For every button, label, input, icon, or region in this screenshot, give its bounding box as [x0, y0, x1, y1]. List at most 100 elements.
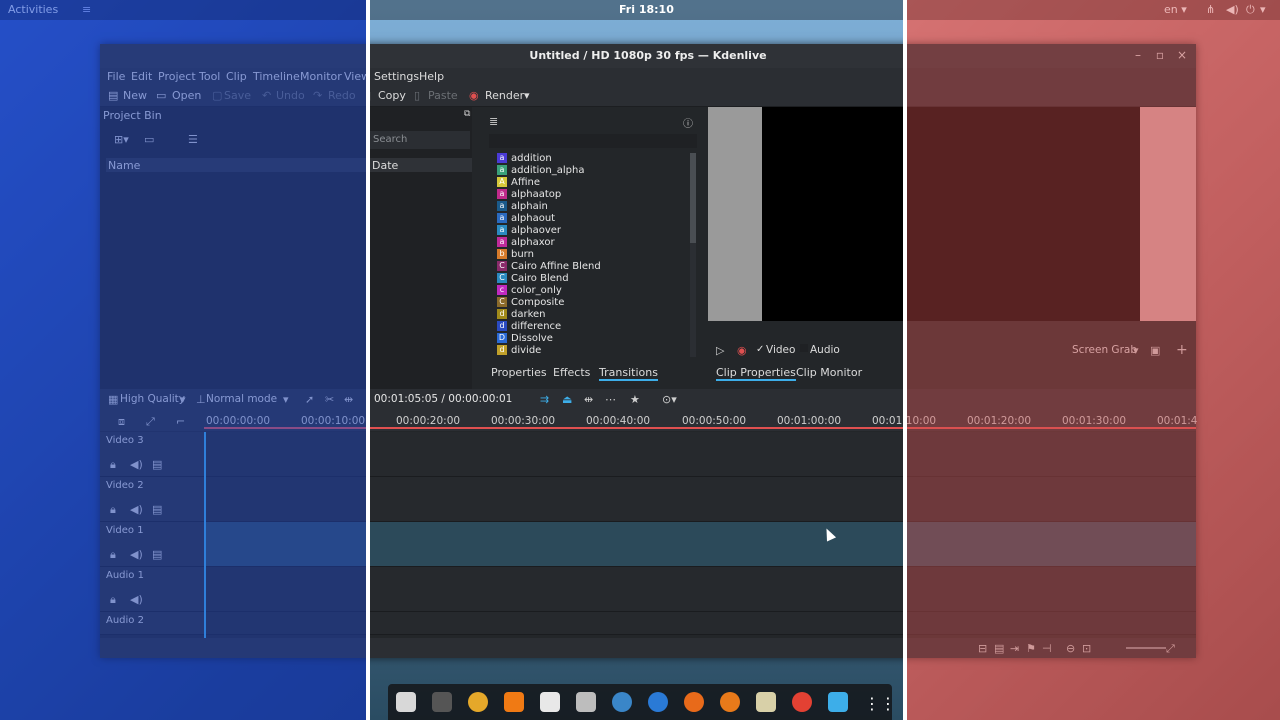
transition-name: Dissolve [511, 333, 553, 344]
transition-badge-icon: b [497, 249, 507, 259]
transition-item[interactable]: d divide [497, 345, 541, 357]
play-icon[interactable]: ▷ [716, 344, 724, 357]
timecode-display[interactable]: 00:01:05:05 / 00:00:00:01 [374, 393, 512, 405]
transition-badge-icon: D [497, 333, 507, 343]
transition-name: color_only [511, 285, 562, 296]
transition-item[interactable]: a alphaover [497, 225, 561, 237]
tab-clip-monitor[interactable]: Clip Monitor [796, 366, 862, 379]
transition-name: darken [511, 309, 546, 320]
tab-transitions[interactable]: Transitions [599, 366, 658, 381]
info-icon[interactable]: ⓘ [683, 115, 693, 130]
transition-name: alphaxor [511, 237, 555, 248]
transition-name: Cairo Blend [511, 273, 569, 284]
kdenlive-icon[interactable] [828, 692, 848, 712]
menu-help[interactable]: Help [419, 70, 444, 83]
transition-item[interactable]: d darken [497, 309, 546, 321]
transition-name: addition [511, 153, 552, 164]
ruler-label: 00:01:00:00 [777, 415, 842, 427]
paste-button[interactable]: Paste [428, 89, 458, 102]
transitions-menu-icon[interactable]: ≣ [489, 115, 498, 128]
transition-name: Affine [511, 177, 540, 188]
tab-effects[interactable]: Effects [553, 366, 590, 379]
transition-item[interactable]: A Affine [497, 177, 540, 189]
dock: ⋮⋮ [388, 684, 896, 720]
transition-badge-icon: C [497, 261, 507, 271]
scrollbar-thumb[interactable] [690, 153, 696, 243]
chromium-icon[interactable] [648, 692, 668, 712]
transition-name: difference [511, 321, 562, 332]
transition-badge-icon: C [497, 273, 507, 283]
search-input[interactable]: Search [373, 134, 407, 145]
transition-badge-icon: a [497, 153, 507, 163]
blender-icon[interactable] [720, 692, 740, 712]
snap-icon[interactable]: ⊙▾ [662, 393, 677, 406]
transition-item[interactable]: a alphaatop [497, 189, 561, 201]
transition-badge-icon: C [497, 297, 507, 307]
transitions-panel: ≣ ⓘ a addition a addition_alpha A Affine a alph… [483, 107, 701, 381]
menu-settings[interactable]: Settings [374, 70, 419, 83]
record-icon[interactable]: ◉ [737, 344, 747, 357]
lift-icon[interactable]: ⇹ [584, 393, 593, 406]
transition-badge-icon: a [497, 225, 507, 235]
transition-item[interactable]: C Cairo Affine Blend [497, 261, 601, 273]
transition-badge-icon: d [497, 321, 507, 331]
notes-icon[interactable] [756, 692, 776, 712]
video-label: Video [766, 344, 796, 356]
transition-name: Cairo Affine Blend [511, 261, 601, 272]
clock[interactable]: Fri 18:10 [619, 3, 674, 16]
render-dropdown-icon[interactable]: ▾ [524, 89, 530, 102]
transition-item[interactable]: a addition_alpha [497, 165, 584, 177]
show-apps-icon[interactable]: ⋮⋮ [864, 694, 896, 713]
chrome-icon[interactable] [792, 692, 812, 712]
transitions-search[interactable] [489, 134, 697, 148]
transition-item[interactable]: a alphaout [497, 213, 555, 225]
mixer-icon[interactable] [540, 692, 560, 712]
copy-button[interactable]: Copy [378, 89, 406, 102]
tab-properties[interactable]: Properties [491, 366, 547, 379]
column-date[interactable]: Date [372, 159, 398, 172]
render-icon[interactable]: ◉ [469, 89, 479, 102]
search-input-box[interactable]: Search [370, 131, 470, 149]
transition-item[interactable]: a alphaxor [497, 237, 555, 249]
favorite-icon[interactable]: ★ [630, 393, 640, 406]
paste-icon[interactable]: ▯ [414, 89, 420, 102]
files-icon[interactable] [396, 692, 416, 712]
transition-item[interactable]: c color_only [497, 285, 562, 297]
screenshot-icon[interactable] [576, 692, 596, 712]
transition-item[interactable]: C Cairo Blend [497, 273, 569, 285]
transition-badge-icon: d [497, 345, 507, 355]
overwrite-icon[interactable]: ⏏ [562, 393, 572, 406]
ruler-label: 00:00:30:00 [491, 415, 556, 427]
blue-overlay [0, 0, 368, 720]
transition-name: addition_alpha [511, 165, 585, 176]
extract-icon[interactable]: ⋯ [605, 393, 616, 406]
ruler-label: 00:00:50:00 [682, 415, 747, 427]
transition-item[interactable]: a alphain [497, 201, 548, 213]
transition-badge-icon: c [497, 285, 507, 295]
panel-float-icon[interactable]: ⧉ [464, 109, 470, 119]
transition-badge-icon: a [497, 201, 507, 211]
divider-right [903, 0, 907, 720]
firefox-icon[interactable] [684, 692, 704, 712]
transition-item[interactable]: d difference [497, 321, 561, 333]
ruler-label: 00:00:20:00 [396, 415, 461, 427]
transition-name: burn [511, 249, 534, 260]
transition-item[interactable]: D Dissolve [497, 333, 553, 345]
transition-item[interactable]: a addition [497, 153, 552, 165]
video-checkbox[interactable]: ✓ [756, 344, 764, 355]
transition-item[interactable]: C Composite [497, 297, 564, 309]
settings-icon[interactable] [468, 692, 488, 712]
drop-icon[interactable] [612, 692, 632, 712]
transition-name: alphaout [511, 213, 556, 224]
tab-clip-properties[interactable]: Clip Properties [716, 366, 796, 381]
vlc-icon[interactable] [504, 692, 524, 712]
terminal-icon[interactable] [432, 692, 452, 712]
transitions-scrollbar[interactable] [690, 153, 696, 357]
red-overlay [906, 0, 1280, 720]
audio-checkbox[interactable] [800, 344, 808, 352]
render-button[interactable]: Render [485, 89, 524, 102]
insert-icon[interactable]: ⇉ [540, 393, 549, 406]
transition-name: alphain [511, 201, 548, 212]
transition-badge-icon: d [497, 309, 507, 319]
transition-item[interactable]: b burn [497, 249, 534, 261]
